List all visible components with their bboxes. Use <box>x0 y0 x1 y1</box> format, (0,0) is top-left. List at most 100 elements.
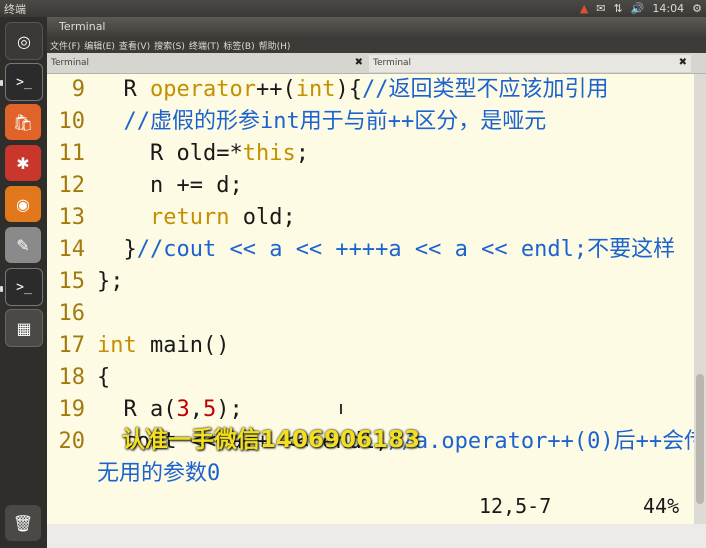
app-title: 终端 <box>4 3 26 16</box>
line-number: 10 <box>58 109 86 134</box>
code-line: 12 n += d; <box>47 170 243 202</box>
code-token: ); <box>216 397 243 422</box>
code-token: ++( <box>255 77 296 102</box>
menu-edit[interactable]: 编辑(E) <box>84 39 115 52</box>
scrollbar[interactable] <box>694 74 706 524</box>
code-line: 10 //虚假的形参int用于与前++区分，是哑元 <box>47 106 547 138</box>
clock[interactable]: 14:04 <box>652 2 684 15</box>
code-token: R old=* <box>97 141 243 166</box>
code-line: 11 R old=*this; <box>47 138 309 170</box>
code-token: //a.operator++(0)后++会传一个 <box>388 429 694 454</box>
code-text: }; <box>85 269 124 294</box>
code-text: { <box>85 365 110 390</box>
software-center-icon[interactable]: 🛍 <box>5 104 41 140</box>
trash-icon[interactable]: 🗑 <box>5 505 41 541</box>
scroll-percent: 44% <box>643 494 680 518</box>
code-line: 15}; <box>47 266 124 298</box>
code-token: }; <box>97 269 124 294</box>
running-indicator <box>0 80 3 86</box>
code-line: 13 return old; <box>47 202 296 234</box>
running-indicator <box>0 286 3 292</box>
code-text: int main() <box>85 333 229 358</box>
mail-icon[interactable]: ✉ <box>596 2 605 15</box>
code-token: R <box>97 77 150 102</box>
text-editor-icon[interactable]: ✎ <box>5 227 41 263</box>
code-text: 无用的参数0 <box>85 461 220 486</box>
system-settings-icon[interactable]: ✱ <box>5 145 41 181</box>
code-text: R operator++(int){//返回类型不应该加引用 <box>85 77 608 102</box>
code-token: operator <box>149 77 256 102</box>
line-number: 19 <box>58 397 86 422</box>
menu-terminal[interactable]: 终端(T) <box>189 39 220 52</box>
code-line: 14 }//cout << a << ++++a << a << endl;不要… <box>47 234 676 266</box>
system-tray: ▲ ✉ ⇅ 🔊 14:04 ⚙ <box>580 0 702 17</box>
code-line: 17 int main() <box>47 330 230 362</box>
launcher: ◎ >_ 🛍 ✱ ◉ ✎ >_ ▦ 🗑 <box>0 17 47 548</box>
tab-terminal-1[interactable]: Terminal ✖ <box>47 55 367 72</box>
code-token: , <box>189 397 203 422</box>
code-token: ){ <box>335 77 362 102</box>
cursor-position: 12,5-7 <box>479 494 552 518</box>
code-token: int <box>295 77 336 102</box>
line-number: 18 <box>58 365 86 390</box>
code-text: R a(3,5); <box>85 397 243 422</box>
network-icon[interactable]: ⇅ <box>614 2 623 15</box>
code-token: R a( <box>97 397 177 422</box>
terminal-app-icon[interactable]: >_ <box>5 63 43 101</box>
line-number: 11 <box>58 141 86 166</box>
dash-home-icon[interactable]: ◎ <box>5 22 43 60</box>
window-title: Terminal <box>59 20 106 33</box>
code-line: 无用的参数0 <box>47 458 220 490</box>
code-token: return <box>149 205 230 230</box>
code-token: int <box>97 333 137 358</box>
menu-bar: 文件(F) 编辑(E) 查看(V) 搜索(S) 终端(T) 标签(B) 帮助(H… <box>47 37 706 53</box>
tab-bar: Terminal ✖ Terminal ✖ <box>47 53 706 74</box>
line-number: 15 <box>58 269 86 294</box>
line-number: 14 <box>58 237 86 262</box>
terminal-content[interactable]: 12,5-7 44% 9 R operator++(int){//返回类型不应该… <box>47 74 694 524</box>
scrollbar-thumb[interactable] <box>696 374 704 504</box>
code-line: 16 <box>47 298 97 330</box>
code-token: old; <box>229 205 296 230</box>
menu-file[interactable]: 文件(F) <box>50 39 80 52</box>
watermark-text: 认准一手微信1406906183 <box>122 427 421 453</box>
workspace-switcher-icon[interactable]: ▦ <box>5 309 43 347</box>
code-text: }//cout << a << ++++a << a << endl;不要这样 <box>85 237 675 262</box>
line-number: 13 <box>58 205 86 230</box>
code-text: //虚假的形参int用于与前++区分，是哑元 <box>85 109 546 134</box>
firefox-icon[interactable]: ◉ <box>5 186 41 222</box>
code-token: n += d; <box>97 173 243 198</box>
line-number: 9 <box>71 77 85 102</box>
code-token: //返回类型不应该加引用 <box>361 77 609 102</box>
code-token: //cout << a << ++++a << a << endl;不要这样 <box>136 237 676 262</box>
alert-icon[interactable]: ▲ <box>580 2 588 15</box>
line-number: 12 <box>58 173 86 198</box>
close-icon[interactable]: ✖ <box>355 57 363 68</box>
code-token: } <box>97 237 137 262</box>
code-token: 5 <box>202 397 217 422</box>
code-token: ; <box>295 141 309 166</box>
menu-tabs[interactable]: 标签(B) <box>223 39 254 52</box>
menu-help[interactable]: 帮助(H) <box>259 39 291 52</box>
top-panel: 终端 ▲ ✉ ⇅ 🔊 14:04 ⚙ <box>0 0 706 17</box>
vim-status-line: 12,5-7 44% <box>47 492 694 522</box>
menu-view[interactable]: 查看(V) <box>119 39 150 52</box>
tab-label: Terminal <box>373 58 412 68</box>
settings-gear-icon[interactable]: ⚙ <box>692 2 702 15</box>
code-token: this <box>242 141 296 166</box>
tab-terminal-2[interactable]: Terminal ✖ <box>369 55 691 72</box>
close-icon[interactable]: ✖ <box>679 57 687 68</box>
window-titlebar[interactable]: Terminal <box>47 17 706 37</box>
line-number: 16 <box>58 301 86 326</box>
code-token: { <box>97 365 111 390</box>
line-number: 20 <box>58 429 86 454</box>
tab-label: Terminal <box>51 58 90 68</box>
code-token: 无用的参数0 <box>97 461 221 486</box>
menu-search[interactable]: 搜索(S) <box>154 39 185 52</box>
volume-icon[interactable]: 🔊 <box>631 2 645 15</box>
terminal-app-icon-2[interactable]: >_ <box>5 268 43 306</box>
mouse-cursor-icon <box>340 404 342 414</box>
code-line: 18 { <box>47 362 111 394</box>
